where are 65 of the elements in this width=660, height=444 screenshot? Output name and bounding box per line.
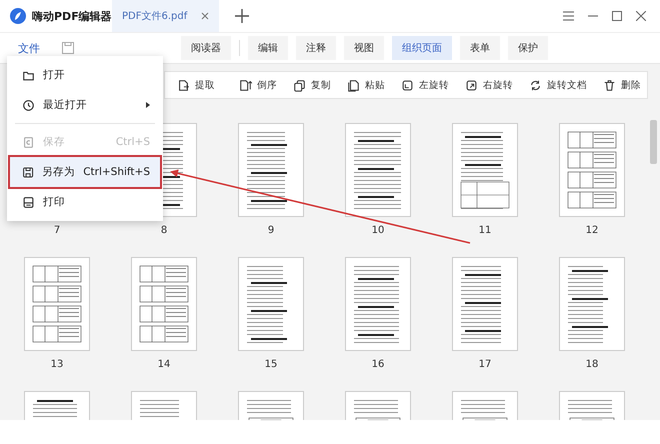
recent-icon [22,98,35,112]
ribbon-tab[interactable]: 组织页面 [392,36,452,60]
page-thumbnail[interactable] [346,124,410,216]
ribbon-tab[interactable]: 表单 [460,36,500,60]
page-thumbnail[interactable] [453,124,517,216]
page-number: 7 [54,225,60,237]
document-tab[interactable]: PDF文件6.pdf [112,0,220,32]
toolbar-button[interactable]: 复制 [287,76,337,94]
toolbar-button[interactable]: 删除 [597,76,647,94]
toolbar-button[interactable]: 右旋转 [459,76,519,94]
extract-icon [177,78,190,92]
tab-title: PDF文件6.pdf [122,10,188,23]
toolbar-button[interactable]: 倒序 [233,76,283,94]
ribbon-tab[interactable]: 编辑 [248,36,288,60]
page-number: 9 [268,225,274,237]
ribbon-tab[interactable]: 注释 [296,36,336,60]
page-number: 16 [372,359,384,371]
rotate-doc-icon [529,78,542,92]
logo-icon [10,8,26,24]
page-number: 17 [478,359,492,371]
page-number: 14 [158,359,170,371]
page-thumbnail[interactable] [25,258,89,350]
close-icon[interactable] [636,11,646,21]
plus-icon[interactable] [235,9,250,23]
minimize-icon[interactable] [588,15,598,17]
page-thumbnail[interactable] [239,124,303,216]
print-icon [22,196,35,208]
close-icon[interactable] [201,12,210,20]
page-number: 11 [478,225,492,237]
paste-icon [347,78,360,92]
toolbar-button[interactable]: 左旋转 [395,76,455,94]
page-number: 13 [50,359,64,371]
menu-item[interactable]: 打开 [10,60,160,90]
save-as-icon [22,166,34,178]
page-thumbnail[interactable] [346,258,410,350]
page-thumbnail[interactable] [132,258,196,350]
menu-item[interactable]: 另存为 Ctrl+Shift+S [10,157,160,187]
menu-item[interactable]: 最近打开 [10,90,160,120]
page-thumbnail[interactable] [239,258,303,350]
file-menu-button[interactable]: 文件 [16,38,42,58]
save-icon [22,136,35,148]
menu-icon[interactable] [563,11,574,21]
page-number: 15 [264,359,278,371]
copy-icon [293,78,306,92]
reverse-icon [239,78,252,92]
rotate-left-icon [401,78,414,92]
menu-item[interactable]: 打印 [10,187,160,217]
toolbar-button[interactable]: 提取 [171,76,221,94]
ribbon-tab[interactable]: 保护 [508,36,548,60]
maximize-icon[interactable] [612,11,622,21]
toolbar-button[interactable]: 旋转文档 [523,76,593,94]
submenu-arrow-icon [146,102,150,108]
toolbar-button[interactable]: 粘贴 [341,76,391,94]
page-number: 12 [586,225,598,237]
page-thumbnail[interactable] [560,258,624,350]
rotate-right-icon [465,78,478,92]
page-number: 10 [372,225,384,237]
page-number: 18 [586,359,598,371]
page-thumbnail[interactable] [453,258,517,350]
ribbon-tab[interactable]: 阅读器 [181,36,231,60]
delete-icon [603,78,616,92]
page-thumbnail[interactable] [560,124,624,216]
app-name: 嗨动PDF编辑器 [32,8,112,24]
ribbon-tab[interactable]: 视图 [344,36,384,60]
page-number: 8 [160,225,168,237]
